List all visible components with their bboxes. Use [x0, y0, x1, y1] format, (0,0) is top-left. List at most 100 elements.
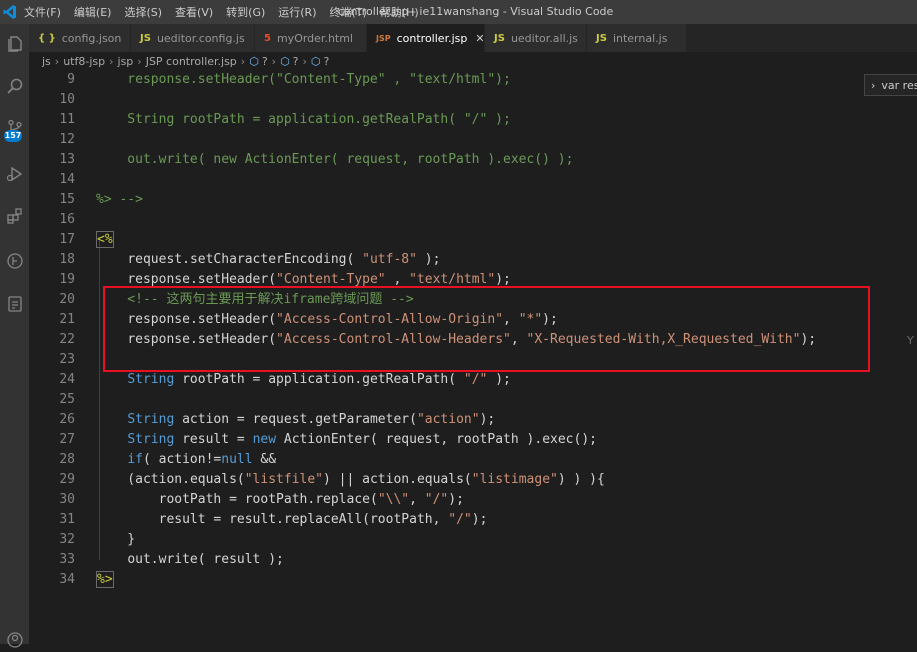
code-editor[interactable]: 9 response.setHeader("Content-Type" , "t…: [29, 70, 917, 644]
line-number: 25: [59, 392, 75, 407]
code-line[interactable]: 20 <!-- 这两句主要用于解决iframe跨域问题 -->: [29, 290, 917, 310]
file-type-icon: JS: [596, 32, 607, 44]
account-icon[interactable]: [0, 628, 29, 652]
code-line[interactable]: 28 if( action!=null &&: [29, 450, 917, 470]
scm-badge: 157: [4, 130, 22, 142]
code-line[interactable]: 24 String rootPath = application.getReal…: [29, 370, 917, 390]
code-text: String rootPath = application.getRealPat…: [127, 372, 511, 387]
minimap-marker: Y: [907, 334, 914, 347]
line-number: 11: [59, 112, 75, 127]
close-icon[interactable]: ✕: [475, 32, 484, 45]
line-number: 22: [59, 332, 75, 347]
code-line[interactable]: 9 response.setHeader("Content-Type" , "t…: [29, 70, 917, 90]
code-text: response.setHeader("Content-Type" , "tex…: [96, 72, 511, 87]
chevron-right-icon: ›: [54, 54, 60, 68]
code-line[interactable]: 34 %>: [29, 570, 917, 590]
hover-widget[interactable]: › var res: [864, 74, 917, 96]
code-text: out.write( result );: [127, 552, 284, 567]
tab-controller-jsp[interactable]: JSP controller.jsp ✕: [367, 24, 485, 52]
line-number: 18: [59, 252, 75, 267]
tab-label: ueditor.all.js: [510, 31, 578, 45]
code-line[interactable]: 11 String rootPath = application.getReal…: [29, 110, 917, 130]
line-number: 19: [59, 272, 75, 287]
tab-label: internal.js: [612, 31, 668, 45]
code-text: %> -->: [96, 192, 143, 207]
code-line[interactable]: 30 rootPath = rootPath.replace("\\", "/"…: [29, 490, 917, 510]
code-line[interactable]: 25: [29, 390, 917, 410]
chevron-right-icon: ›: [271, 54, 277, 68]
tab-label: controller.jsp: [396, 31, 468, 45]
activity-bar: 157: [0, 24, 29, 648]
chevron-right-icon: ›: [137, 54, 142, 68]
symbol-icon: ⬡: [310, 54, 321, 68]
extensions-icon[interactable]: [0, 204, 29, 228]
code-text: String action = request.getParameter("ac…: [127, 412, 496, 427]
code-text: <%: [96, 231, 114, 248]
file-type-icon: 5: [264, 32, 271, 44]
line-number: 10: [59, 92, 75, 107]
code-line[interactable]: 13 out.write( new ActionEnter( request, …: [29, 150, 917, 170]
code-text: }: [96, 532, 136, 547]
code-line[interactable]: 31 result = result.replaceAll(rootPath, …: [29, 510, 917, 530]
tab-label: config.json: [61, 31, 122, 45]
run-debug-icon[interactable]: [0, 162, 29, 186]
line-number: 14: [59, 172, 75, 187]
symbol-icon: ⬡: [280, 54, 290, 68]
line-number: 33: [59, 552, 75, 567]
window-title: controller.jsp - ie11wanshang - Visual S…: [337, 5, 614, 18]
code-line[interactable]: 32 }: [29, 530, 917, 550]
code-text: %>: [96, 571, 114, 588]
code-line[interactable]: 23: [29, 350, 917, 370]
breadcrumb-item[interactable]: ?: [262, 55, 268, 68]
tab-ueditor-config-js[interactable]: JS ueditor.config.js: [131, 24, 255, 52]
search-icon[interactable]: [0, 74, 29, 98]
tab-internal-js[interactable]: JS internal.js: [587, 24, 687, 52]
code-text: result = result.replaceAll(rootPath, "/"…: [158, 512, 488, 527]
tab-ueditor-all-js[interactable]: JS ueditor.all.js: [485, 24, 587, 52]
editor-tabs: { } config.json JS ueditor.config.js 5 myOrde…: [29, 24, 917, 52]
code-line[interactable]: 10: [29, 90, 917, 110]
code-line[interactable]: 29 (action.equals("listfile") || action.…: [29, 470, 917, 490]
code-text: String rootPath = application.getRealPat…: [96, 112, 511, 127]
code-line[interactable]: 33 out.write( result );: [29, 550, 917, 570]
line-number: 34: [59, 572, 75, 587]
file-type-icon: { }: [38, 32, 56, 44]
code-text: response.setHeader("Access-Control-Allow…: [127, 312, 558, 327]
line-number: 29: [59, 472, 75, 487]
tab-label: ueditor.config.js: [156, 31, 245, 45]
tab-label: myOrder.html: [276, 31, 353, 45]
code-line[interactable]: 17 <%: [29, 230, 917, 250]
code-line[interactable]: 19 response.setHeader("Content-Type" , "…: [29, 270, 917, 290]
remote-explorer-icon[interactable]: [0, 292, 29, 316]
code-line[interactable]: 27 String result = new ActionEnter( requ…: [29, 430, 917, 450]
code-line[interactable]: 18 request.setCharacterEncoding( "utf-8"…: [29, 250, 917, 270]
breadcrumb-item[interactable]: ?: [324, 55, 330, 68]
breadcrumb-item[interactable]: ?: [293, 55, 299, 68]
code-line[interactable]: 12: [29, 130, 917, 150]
breadcrumb-item[interactable]: JSP controller.jsp: [146, 55, 237, 68]
breadcrumb-item[interactable]: js: [42, 55, 51, 68]
code-line[interactable]: 15 %> -->: [29, 190, 917, 210]
code-text: out.write( new ActionEnter( request, roo…: [96, 152, 574, 167]
code-line[interactable]: 21 response.setHeader("Access-Control-Al…: [29, 310, 917, 330]
line-number: 32: [59, 532, 75, 547]
breadcrumb-item[interactable]: jsp: [118, 55, 134, 68]
breadcrumb-item[interactable]: utf8-jsp: [63, 55, 105, 68]
code-line[interactable]: 14: [29, 170, 917, 190]
line-number: 30: [59, 492, 75, 507]
tab-config-json[interactable]: { } config.json: [29, 24, 131, 52]
code-text: request.setCharacterEncoding( "utf-8" );: [127, 252, 441, 267]
breadcrumb: js › utf8-jsp › jsp › JSP controller.jsp › ⬡? › ⬡?…: [29, 52, 917, 70]
line-number: 16: [59, 212, 75, 227]
code-text: rootPath = rootPath.replace("\\", "/");: [158, 492, 464, 507]
code-line[interactable]: 22 response.setHeader("Access-Control-Al…: [29, 330, 917, 350]
tab-myOrder-html[interactable]: 5 myOrder.html: [255, 24, 367, 52]
timeline-icon[interactable]: [0, 249, 29, 273]
files-icon[interactable]: [0, 32, 29, 56]
line-number: 31: [59, 512, 75, 527]
file-type-icon: JS: [140, 32, 151, 44]
file-type-icon: JSP: [376, 33, 391, 43]
chevron-right-icon: ›: [109, 54, 114, 68]
code-line[interactable]: 16: [29, 210, 917, 230]
code-line[interactable]: 26 String action = request.getParameter(…: [29, 410, 917, 430]
